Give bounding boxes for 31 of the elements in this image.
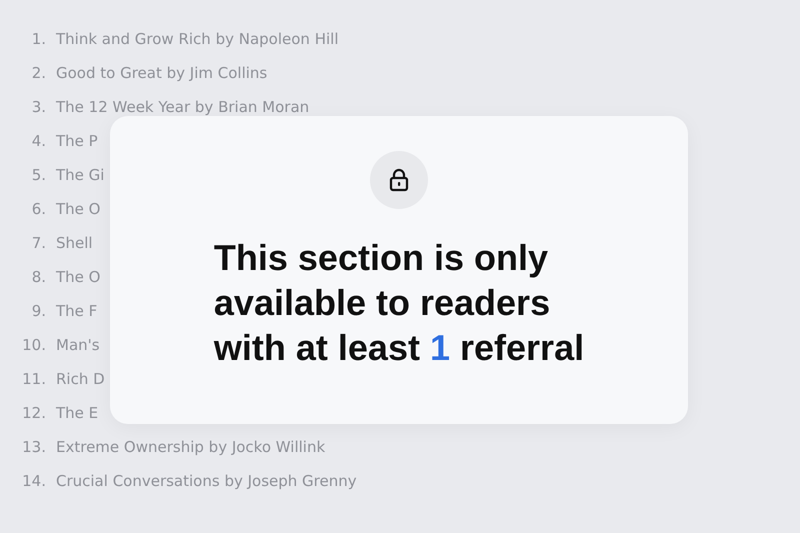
locked-message: with at least 1 referral [214,326,584,370]
list-number: 3. [30,98,46,116]
book-title: The O [56,200,100,218]
list-number: 4. [30,132,46,150]
list-number: 7. [30,234,46,252]
list-number: 14. [22,472,46,490]
list-number: 9. [30,302,46,320]
book-title: Man's [56,336,100,354]
book-title: Think and Grow Rich by Napoleon Hill [56,30,338,48]
book-title: The Gi [56,166,104,184]
locked-message: available to readers [214,281,550,325]
book-title: The F [56,302,98,320]
locked-message: This section is only [214,236,548,280]
book-title: Good to Great by Jim Collins [56,64,268,82]
list-number: 1. [30,30,46,48]
list-number: 2. [30,64,46,82]
list-number: 6. [30,200,46,218]
list-number: 10. [22,336,46,354]
book-title: The E [56,404,98,422]
book-title: Crucial Conversations by Joseph Grenny [56,472,357,490]
book-title: The 12 Week Year by Brian Moran [56,98,310,116]
book-title: The P [56,132,98,150]
list-number: 8. [30,268,46,286]
book-title: Shell [56,234,93,252]
list-number: 5. [30,166,46,184]
list-number: 12. [22,404,46,422]
book-title: The O [56,268,100,286]
book-title: Extreme Ownership by Jocko Willink [56,438,326,456]
book-title: Rich D [56,370,105,388]
list-number: 13. [22,438,46,456]
list-number: 11. [22,370,46,388]
